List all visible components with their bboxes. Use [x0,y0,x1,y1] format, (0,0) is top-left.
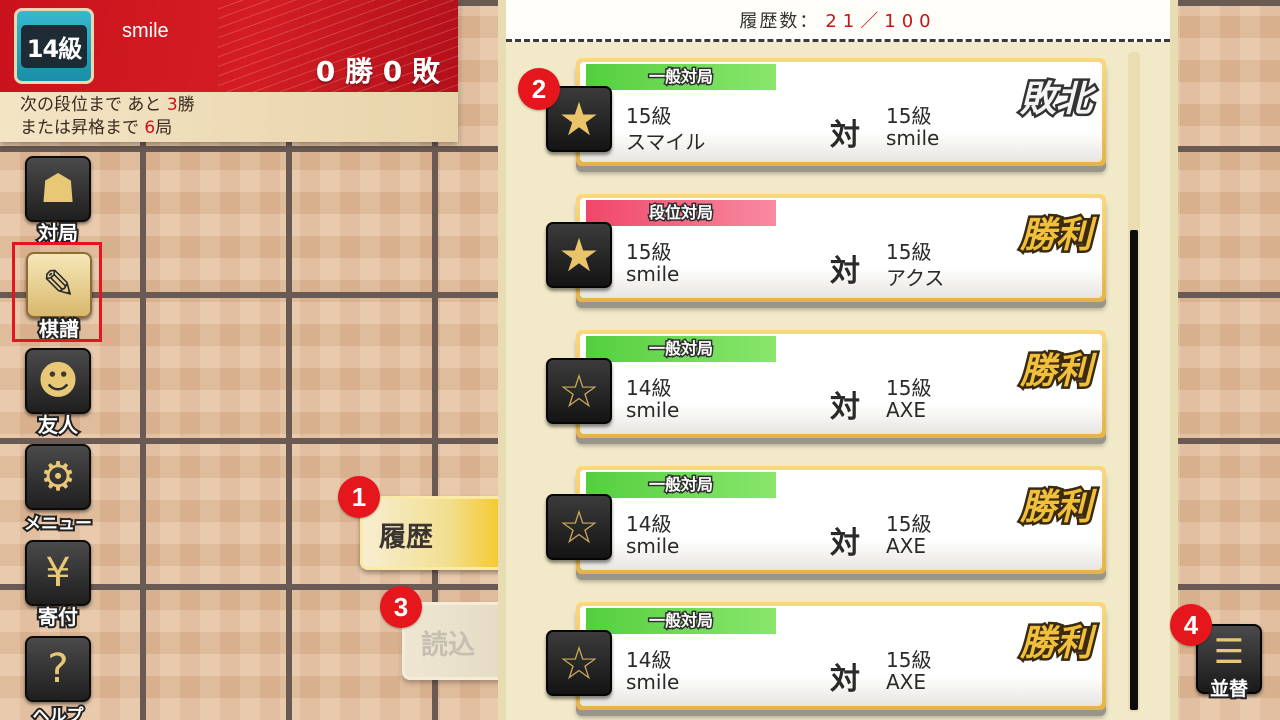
favorite-star-outline-icon[interactable]: ☆ [546,494,612,560]
history-row[interactable]: 一般対局 15級 スマイル 対 15級 smile 敗北 [576,58,1106,166]
player-name: smile [122,20,169,42]
rank-badge: 14級 [14,8,94,84]
opponent-name: AXE [886,398,927,422]
game-mode-tag: 一般対局 [586,608,776,634]
side-nav: ☗ 対局 ✎ 棋譜 ☻ 友人 ⚙ メニュー ¥ 寄付 ? ヘルプ [14,156,106,720]
sort-label: 並替 [1208,676,1250,702]
game-result: 勝利 [1017,212,1094,259]
opponent-name: AXE [886,670,927,694]
callout-2: 2 [518,68,560,110]
favorite-star-outline-icon[interactable]: ☆ [546,358,612,424]
game-mode-tag: 一般対局 [586,472,776,498]
promotion-games: 6 [144,118,156,138]
opponent-name: AXE [886,534,927,558]
promotion-line: または昇格まで 6局 [20,117,458,140]
opponent-name: アクス [886,266,945,290]
history-row-card: 一般対局 14級 smile 対 15級 AXE 勝利 [580,606,1102,706]
nav-menu-button[interactable]: ⚙ メニュー [14,444,102,536]
history-row[interactable]: 一般対局 14級 smile 対 15級 AXE 勝利 [576,602,1106,710]
game-result: 勝利 [1017,348,1094,395]
history-count-value: 21／100 [825,10,937,32]
callout-1: 1 [338,476,380,518]
game-result: 勝利 [1017,620,1094,667]
versus-label: 対 [830,118,860,153]
nav-help-button[interactable]: ? ヘルプ [14,636,102,720]
scrollbar-thumb[interactable] [1130,230,1138,710]
nav-help-label: ヘルプ [31,704,86,720]
game-mode-tag: 段位対局 [586,200,776,226]
history-row-card: 一般対局 15級 スマイル 対 15級 smile 敗北 [580,62,1102,162]
next-rank-line: 次の段位まで あと 3勝 [20,94,458,117]
promotion-suffix: 局 [155,118,173,138]
win-loss-record: 0 勝 0 敗 [315,55,440,88]
callout-4: 4 [1170,604,1212,646]
history-row[interactable]: 一般対局 14級 smile 対 15級 AXE 勝利 [576,466,1106,574]
player-name: smile [626,262,680,286]
shogi-piece-icon: ☗ [25,156,91,222]
player-card: 14級 smile 0 勝 0 敗 次の段位まで あと 3勝 または昇格まで 6… [0,0,458,142]
friends-icon: ☻ [25,348,91,414]
game-result: 勝利 [1017,484,1094,531]
next-rank-wins: 3 [166,95,178,115]
player-banner: 14級 smile 0 勝 0 敗 [0,0,458,92]
history-row[interactable]: 一般対局 14級 smile 対 15級 AXE 勝利 [576,330,1106,438]
player-name: スマイル [626,130,706,154]
menu-gear-icon: ⚙ [25,444,91,510]
nav-donate-label: 寄付 [36,603,80,631]
versus-label: 対 [830,390,860,425]
history-count-header: 履歴数： 21／100 [506,0,1170,42]
active-nav-highlight [12,242,102,342]
player-rank: 15級 [626,240,672,264]
player-rank: 14級 [626,376,672,400]
promotion-text: または昇格まで [20,118,139,138]
versus-label: 対 [830,526,860,561]
nav-friends-label: 友人 [36,411,80,439]
opponent-rank: 15級 [886,104,932,128]
history-row-card: 一般対局 14級 smile 対 15級 AXE 勝利 [580,334,1102,434]
history-row-card: 段位対局 15級 smile 対 15級 アクス 勝利 [580,198,1102,298]
opponent-rank: 15級 [886,240,932,264]
opponent-rank: 15級 [886,376,932,400]
player-rank: 15級 [626,104,672,128]
nav-friends-button[interactable]: ☻ 友人 [14,348,102,440]
player-rank: 14級 [626,512,672,536]
opponent-rank: 15級 [886,512,932,536]
player-name: smile [626,670,680,694]
favorite-star-icon[interactable]: ★ [546,222,612,288]
history-row[interactable]: 段位対局 15級 smile 対 15級 アクス 勝利 [576,194,1106,302]
history-panel: 履歴数： 21／100 一般対局 15級 スマイル 対 15級 smile 敗北… [498,0,1178,720]
history-count-label: 履歴数： [739,10,820,32]
favorite-star-outline-icon[interactable]: ☆ [546,630,612,696]
opponent-name: smile [886,126,940,150]
help-person-icon: ? [25,636,91,702]
rank-badge-text: 14級 [20,24,88,68]
nav-game-button[interactable]: ☗ 対局 [14,156,102,248]
versus-label: 対 [830,254,860,289]
opponent-rank: 15級 [886,648,932,672]
history-row-card: 一般対局 14級 smile 対 15級 AXE 勝利 [580,470,1102,570]
callout-3: 3 [380,586,422,628]
player-name: smile [626,398,680,422]
player-name: smile [626,534,680,558]
game-mode-tag: 一般対局 [586,336,776,362]
promotion-info: 次の段位まで あと 3勝 または昇格まで 6局 [0,92,458,142]
sort-icon: ☰ [1213,632,1245,672]
donation-box-icon: ¥ [25,540,91,606]
next-rank-suffix: 勝 [177,95,195,115]
nav-menu-label: メニュー [22,512,94,536]
next-rank-text: 次の段位まで あと [20,95,162,115]
tab-history[interactable]: 履歴 [360,496,504,570]
nav-donate-button[interactable]: ¥ 寄付 [14,540,102,632]
game-mode-tag: 一般対局 [586,64,776,90]
versus-label: 対 [830,662,860,697]
player-rank: 14級 [626,648,672,672]
game-result: 敗北 [1017,76,1094,123]
